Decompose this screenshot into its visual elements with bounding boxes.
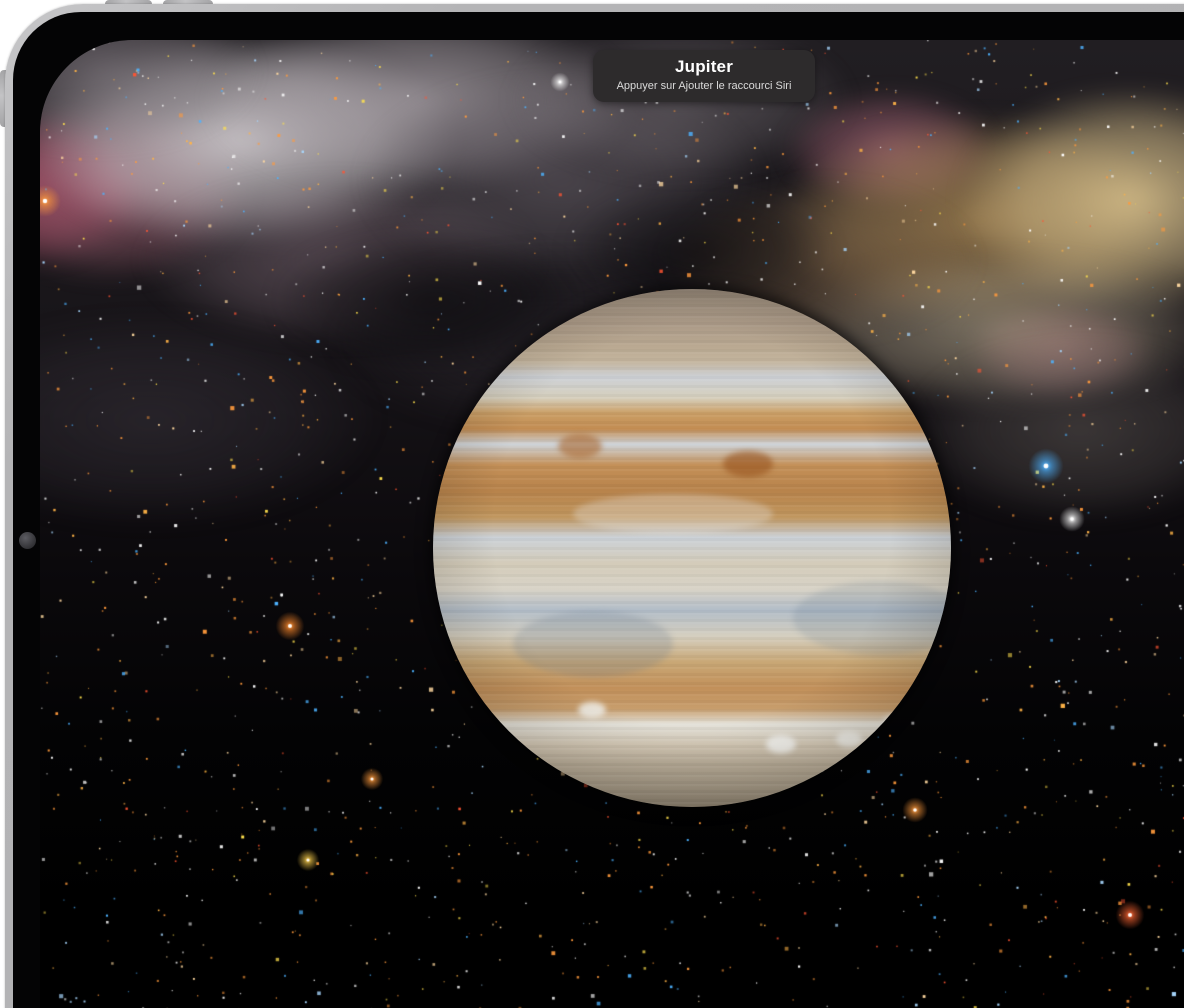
siri-shortcut-banner[interactable]: Jupiter Appuyer sur Ajouter le raccourci… bbox=[593, 50, 815, 102]
app-screen[interactable]: Jupiter Appuyer sur Ajouter le raccourci… bbox=[40, 40, 1184, 1008]
banner-subtitle: Appuyer sur Ajouter le raccourci Siri bbox=[593, 79, 815, 93]
banner-title: Jupiter bbox=[593, 57, 815, 77]
ipad-frame: Jupiter Appuyer sur Ajouter le raccourci… bbox=[5, 4, 1184, 1008]
ipad-bezel: Jupiter Appuyer sur Ajouter le raccourci… bbox=[13, 12, 1184, 1008]
planet-limb-shading bbox=[433, 289, 951, 807]
ipad-device: Jupiter Appuyer sur Ajouter le raccourci… bbox=[0, 0, 1184, 1008]
front-camera bbox=[19, 532, 36, 549]
planet-jupiter bbox=[433, 289, 951, 807]
